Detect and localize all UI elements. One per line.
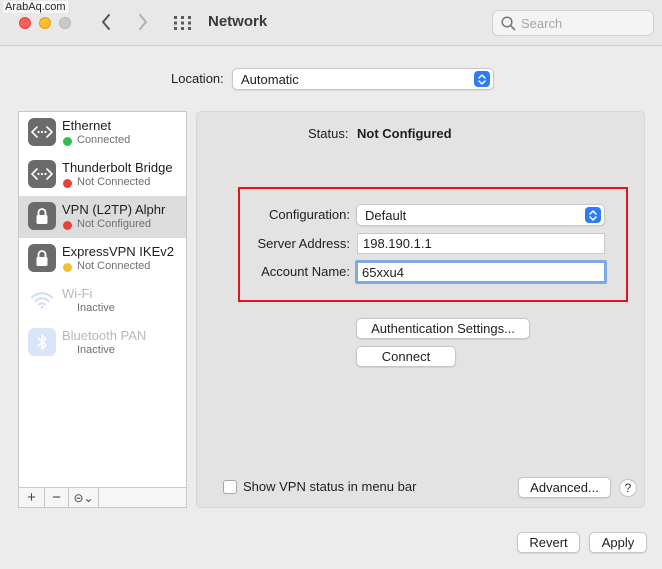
service-name: Bluetooth PAN xyxy=(62,328,147,343)
grid-icon xyxy=(174,16,191,30)
search-input[interactable] xyxy=(521,14,647,32)
configuration-label: Configuration: xyxy=(269,207,350,222)
service-name: Ethernet xyxy=(62,118,112,133)
popup-stepper-icon xyxy=(474,71,490,87)
help-button[interactable]: ? xyxy=(619,479,637,497)
watermark: ArabAq.com xyxy=(3,1,68,13)
remove-service-button[interactable]: − xyxy=(45,488,69,507)
show-vpn-status-label: Show VPN status in menu bar xyxy=(243,479,417,494)
minimize-window-button[interactable] xyxy=(39,17,51,29)
ethernet-icon xyxy=(28,118,56,146)
service-status: Connected xyxy=(77,134,131,146)
ethernet-icon xyxy=(28,160,56,188)
connect-button[interactable]: Connect xyxy=(356,346,456,367)
service-item-expressvpn-ikev2[interactable]: ExpressVPN IKEv2 Not Connected xyxy=(19,238,186,280)
service-name: VPN (L2TP) Alphr xyxy=(62,202,166,217)
service-name: Thunderbolt Bridge xyxy=(62,160,173,175)
revert-button[interactable]: Revert xyxy=(517,532,580,553)
service-status: Inactive xyxy=(77,344,115,356)
service-list-toolbar: + − ⊝⌄ xyxy=(18,488,187,508)
status-dot xyxy=(63,221,72,230)
service-item-thunderbolt-bridge[interactable]: Thunderbolt Bridge Not Connected xyxy=(19,154,186,196)
service-status: Not Configured xyxy=(77,218,151,230)
chevron-right-icon xyxy=(139,14,147,30)
location-popup[interactable]: Automatic xyxy=(232,68,494,90)
status-label: Status: xyxy=(308,126,349,141)
search-field[interactable] xyxy=(492,10,654,36)
status-value: Not Configured xyxy=(357,126,452,141)
toolbar: Network xyxy=(0,0,662,46)
service-item-wifi[interactable]: Wi-Fi Inactive xyxy=(19,280,186,322)
close-window-button[interactable] xyxy=(19,17,31,29)
service-list: Ethernet Connected Thunderbolt Bridge No… xyxy=(18,111,187,488)
server-address-label: Server Address: xyxy=(257,236,351,251)
status-dot xyxy=(63,263,72,272)
add-service-button[interactable]: + xyxy=(19,488,45,507)
service-status: Not Connected xyxy=(77,260,151,272)
show-vpn-status-checkbox[interactable] xyxy=(223,480,237,494)
advanced-button[interactable]: Advanced... xyxy=(518,477,611,498)
zoom-window-button[interactable] xyxy=(59,17,71,29)
forward-button[interactable] xyxy=(133,11,153,33)
configuration-value: Default xyxy=(365,208,407,223)
status-dot xyxy=(63,179,72,188)
action-menu-button[interactable]: ⊝⌄ xyxy=(69,488,99,507)
account-name-label: Account Name: xyxy=(261,264,350,279)
service-item-bluetooth-pan[interactable]: Bluetooth PAN Inactive xyxy=(19,322,186,364)
wifi-icon xyxy=(28,286,56,314)
authentication-settings-button[interactable]: Authentication Settings... xyxy=(356,318,530,339)
bluetooth-icon xyxy=(28,328,56,356)
lock-icon xyxy=(28,202,56,230)
server-address-field[interactable] xyxy=(357,233,605,254)
lock-icon xyxy=(28,244,56,272)
account-name-field[interactable] xyxy=(355,260,607,284)
service-name: Wi-Fi xyxy=(62,286,93,301)
back-button[interactable] xyxy=(96,11,116,33)
service-item-ethernet[interactable]: Ethernet Connected xyxy=(19,112,186,154)
service-status: Not Connected xyxy=(77,176,151,188)
status-dot xyxy=(63,137,72,146)
chevron-left-icon xyxy=(102,14,110,30)
location-value: Automatic xyxy=(241,72,299,87)
location-label: Location: xyxy=(171,71,224,86)
popup-stepper-icon xyxy=(585,207,601,223)
service-status: Inactive xyxy=(77,302,115,314)
window-title: Network xyxy=(208,13,268,30)
search-icon xyxy=(501,16,516,31)
show-all-grid-button[interactable] xyxy=(173,15,193,31)
service-name: ExpressVPN IKEv2 xyxy=(62,244,174,259)
configuration-popup[interactable]: Default xyxy=(356,204,605,226)
service-item-vpn-l2tp-alphr[interactable]: VPN (L2TP) Alphr Not Configured xyxy=(19,196,186,238)
network-preferences-window: ArabAq.com Network Location: xyxy=(0,0,662,569)
detail-pane xyxy=(196,111,645,508)
apply-button[interactable]: Apply xyxy=(589,532,647,553)
